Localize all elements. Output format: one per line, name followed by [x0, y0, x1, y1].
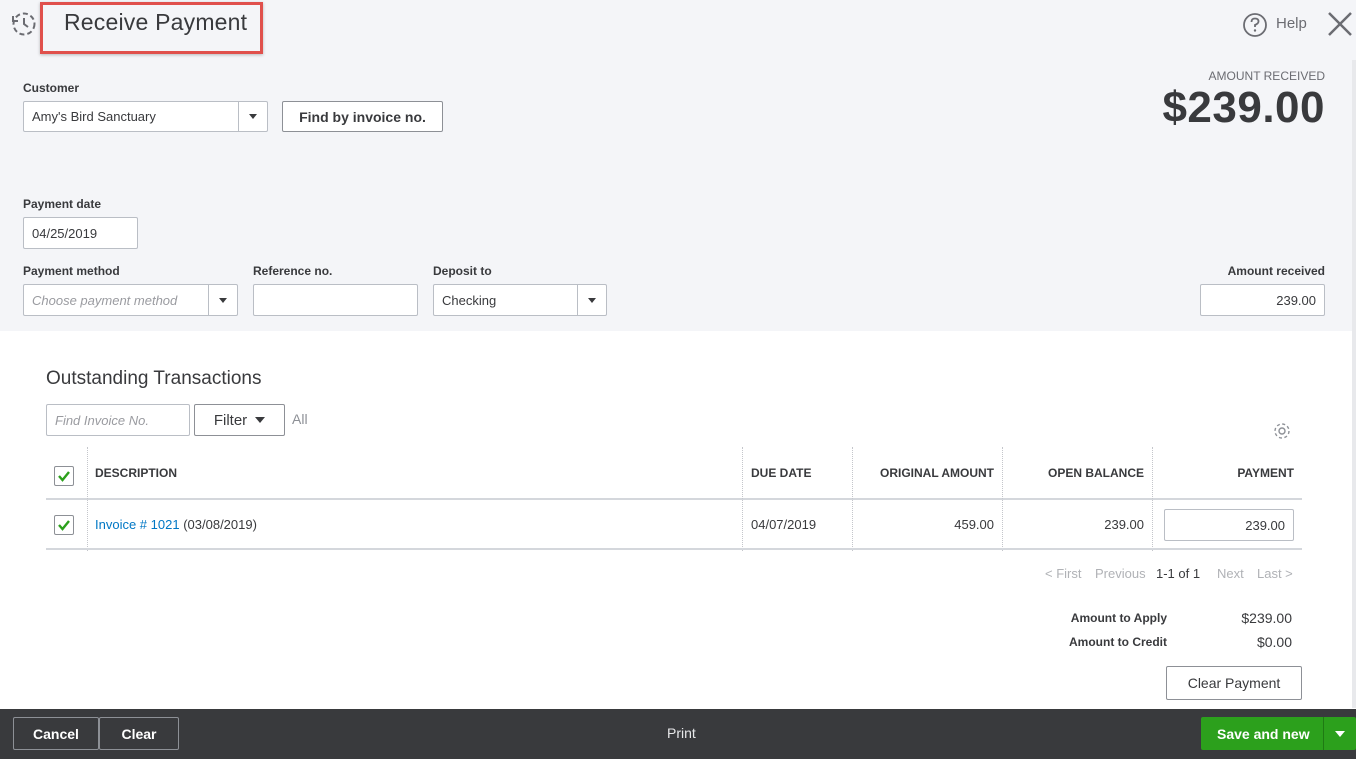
payment-method-placeholder: Choose payment method: [32, 292, 178, 308]
filter-value: All: [292, 411, 308, 427]
amount-to-apply-label: Amount to Apply: [1070, 611, 1167, 625]
payment-method-label: Payment method: [23, 264, 120, 278]
row-due-date: 04/07/2019: [751, 517, 817, 532]
row-description: Invoice # 1021 (03/08/2019): [95, 517, 257, 532]
payment-date-input[interactable]: 04/25/2019: [23, 217, 138, 249]
find-invoice-input[interactable]: Find Invoice No.: [46, 404, 190, 436]
invoice-date: (03/08/2019): [183, 517, 257, 532]
amount-to-apply-value: $239.00: [1241, 610, 1292, 626]
deposit-to-select[interactable]: Checking: [433, 284, 607, 316]
pagination-range: 1-1 of 1: [1156, 566, 1201, 581]
save-and-new-label[interactable]: Save and new: [1201, 726, 1323, 742]
filter-button[interactable]: Filter: [194, 404, 285, 436]
clear-button[interactable]: Clear: [99, 717, 179, 750]
column-header-description[interactable]: DESCRIPTION: [95, 466, 177, 480]
chevron-down-icon[interactable]: [1323, 717, 1356, 750]
column-header-due-date[interactable]: DUE DATE: [751, 466, 811, 480]
amount-received-caption: AMOUNT RECEIVED: [1208, 69, 1325, 83]
filter-label: Filter: [213, 411, 248, 429]
amount-received-total: $239.00: [1162, 83, 1325, 132]
cancel-button[interactable]: Cancel: [13, 717, 99, 750]
customer-value: Amy's Bird Sanctuary: [32, 109, 156, 124]
row-original-amount: 459.00: [954, 517, 994, 532]
row-payment-input[interactable]: 239.00: [1164, 509, 1294, 541]
deposit-to-value: Checking: [442, 292, 497, 308]
payment-date-label: Payment date: [23, 197, 102, 211]
chevron-down-icon[interactable]: [238, 102, 267, 131]
pagination-last[interactable]: Last >: [1257, 566, 1293, 581]
amount-received-label: Amount received: [1227, 264, 1325, 278]
deposit-to-label: Deposit to: [433, 264, 492, 278]
scrollbar[interactable]: [1352, 60, 1356, 708]
column-header-original-amount[interactable]: ORIGINAL AMOUNT: [852, 466, 994, 480]
pagination-previous[interactable]: Previous: [1095, 566, 1146, 581]
payment-method-select[interactable]: Choose payment method: [23, 284, 238, 316]
amount-received-input[interactable]: 239.00: [1200, 284, 1325, 316]
pagination-first[interactable]: < First: [1045, 566, 1081, 581]
customer-select[interactable]: Amy's Bird Sanctuary: [23, 101, 268, 132]
help-icon[interactable]: [1242, 12, 1268, 38]
column-header-open-balance[interactable]: OPEN BALANCE: [1002, 466, 1144, 480]
chevron-down-icon[interactable]: [208, 285, 237, 315]
row-open-balance: 239.00: [1104, 517, 1144, 532]
close-icon[interactable]: [1326, 10, 1354, 38]
transactions-table: DESCRIPTION DUE DATE ORIGINAL AMOUNT OPE…: [46, 447, 1302, 551]
page-title: Receive Payment: [64, 9, 248, 35]
row-checkbox[interactable]: [54, 515, 74, 535]
recent-transactions-icon[interactable]: [10, 10, 38, 38]
pagination: < First Previous 1-1 of 1 Next Last >: [1040, 566, 1302, 582]
footer-bar: Cancel Clear Print Save and new: [0, 709, 1356, 759]
reference-label: Reference no.: [253, 264, 333, 278]
amount-to-credit-value: $0.00: [1256, 634, 1292, 650]
find-invoice-placeholder: Find Invoice No.: [55, 412, 149, 428]
print-link[interactable]: Print: [667, 725, 696, 741]
invoice-link[interactable]: Invoice # 1021: [95, 517, 180, 532]
column-header-payment[interactable]: PAYMENT: [1152, 466, 1294, 480]
help-link[interactable]: Help: [1276, 15, 1307, 32]
gear-icon[interactable]: [1272, 421, 1292, 441]
select-all-checkbox[interactable]: [54, 466, 74, 486]
pagination-next[interactable]: Next: [1217, 566, 1244, 581]
find-by-invoice-button[interactable]: Find by invoice no.: [282, 101, 443, 132]
save-and-new-button[interactable]: Save and new: [1201, 717, 1356, 750]
customer-label: Customer: [23, 81, 80, 95]
clear-payment-button[interactable]: Clear Payment: [1166, 666, 1302, 700]
outstanding-title: Outstanding Transactions: [46, 368, 262, 389]
amount-to-credit-label: Amount to Credit: [1069, 635, 1167, 649]
chevron-down-icon[interactable]: [577, 285, 606, 315]
reference-input[interactable]: [253, 284, 418, 316]
caret-down-icon: [255, 417, 266, 423]
